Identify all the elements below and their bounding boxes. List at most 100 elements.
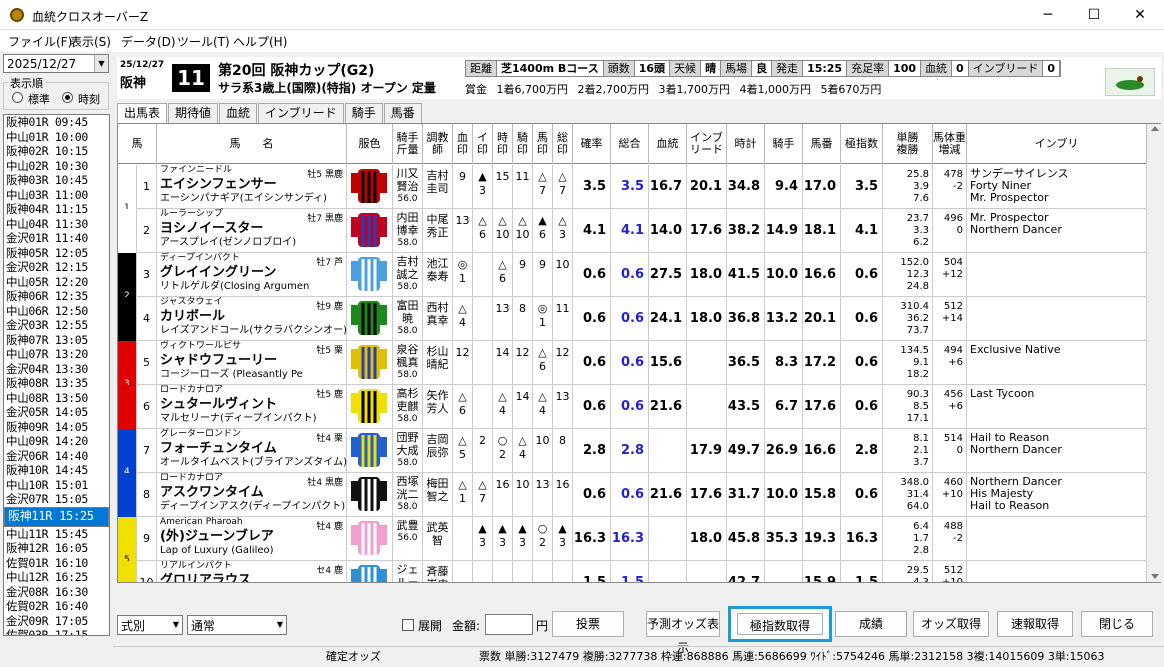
radio-time[interactable]: [62, 92, 73, 103]
race-list-item[interactable]: 阪神07R 13:05: [4, 333, 109, 348]
table-row[interactable]: 4 ジャスタウェイ 牡9 鹿カリボール レイズアンドコール(サクラバクシンオー) 富田暁…: [118, 297, 1147, 341]
race-list-item[interactable]: 金沢05R 14:05: [4, 405, 109, 420]
chevron-down-icon[interactable]: ▼: [94, 55, 108, 72]
race-list-item[interactable]: 金沢09R 17:05: [4, 614, 109, 629]
minimize-button[interactable]: ─: [1025, 0, 1071, 30]
horse-name-cell[interactable]: American Pharoah 牡4 鹿 (外)ジューンブレア Lap of Lux…: [157, 517, 347, 561]
menu-help[interactable]: ヘルプ(H): [233, 33, 287, 50]
tab-0[interactable]: 出馬表: [117, 103, 168, 124]
horse-name-cell[interactable]: ジャスタウェイ 牡9 鹿カリボール レイズアンドコール(サクラバクシンオー): [157, 297, 347, 341]
close-button[interactable]: ✕: [1117, 0, 1163, 30]
index-fetch-button[interactable]: 極指数取得: [728, 606, 832, 642]
race-list-item[interactable]: 中山06R 12:50: [4, 304, 109, 319]
tab-1[interactable]: 期待値: [168, 103, 219, 123]
menu-file[interactable]: ファイル(F): [8, 33, 72, 50]
odds-value: 8.5: [913, 401, 929, 412]
race-list-item[interactable]: 中山11R 15:45: [4, 527, 109, 542]
race-list-item[interactable]: 中山07R 13:20: [4, 347, 109, 362]
tab-4[interactable]: 騎手: [344, 103, 383, 123]
results-button[interactable]: 成績: [835, 611, 907, 637]
race-list-item[interactable]: 中山09R 14:20: [4, 434, 109, 449]
race-list-item[interactable]: 阪神11R 15:25: [4, 506, 109, 527]
table-row[interactable]: 2 3 ディープインパクト 牡7 芦グレイイングリーン リトルゲルダ(Closing A…: [118, 253, 1147, 301]
horse-name-cell[interactable]: ディープインパクト 牡7 芦グレイイングリーン リトルゲルダ(Closing Arg…: [157, 253, 347, 297]
race-list-item[interactable]: 阪神06R 12:35: [4, 289, 109, 304]
race-list-item[interactable]: 金沢07R 15:05: [4, 492, 109, 507]
mode-select[interactable]: 通常 ▼: [187, 615, 287, 635]
race-list-item[interactable]: 中山12R 16:25: [4, 570, 109, 585]
amount-input[interactable]: [485, 614, 533, 635]
race-list-item[interactable]: 中山02R 10:30: [4, 159, 109, 174]
vote-button[interactable]: 投票: [552, 611, 624, 637]
horse-name-cell[interactable]: ヴィクトワールピサ 牡5 栗シャドウフューリー コージーローズ (Pleasantl…: [157, 341, 347, 385]
race-list-item[interactable]: 阪神10R 14:45: [4, 463, 109, 478]
vertical-scrollbar[interactable]: [1147, 124, 1163, 582]
race-list[interactable]: 阪神01R 09:45 中山01R 10:00 阪神02R 10:15 中山02R 1…: [3, 114, 110, 636]
menu-view[interactable]: 表示(S): [70, 33, 111, 50]
table-row[interactable]: 10リアルインパクトセ4 鹿グロリアラウスジェルー斉藤崇史1.51.542.71…: [118, 561, 1147, 582]
odds-fetch-button[interactable]: オッズ取得: [913, 611, 989, 637]
trainer-name: 芳人: [426, 402, 449, 415]
menu-data[interactable]: データ(D): [121, 33, 176, 50]
weight-cell: 456 +6: [933, 385, 967, 429]
race-list-item[interactable]: 佐賀01R 16:10: [4, 556, 109, 571]
tab-3[interactable]: インブリード: [258, 103, 344, 123]
race-list-item[interactable]: 中山10R 15:01: [4, 478, 109, 493]
horse-name-cell[interactable]: ルーラーシップ 牡7 黒鹿 ヨシノイースター アースプレイ(ゼンノロブロイ): [157, 209, 347, 253]
table-row[interactable]: 1 1 ファインニードル 牡5 黒鹿 エイシンフェンサー エーシンパナギア(エイシンサンデ…: [118, 165, 1147, 213]
table-row[interactable]: 2 ルーラーシップ 牡7 黒鹿 ヨシノイースター アースプレイ(ゼンノロブロイ) 内田 博幸…: [118, 209, 1147, 253]
race-list-item[interactable]: 佐賀03R 17:15: [4, 628, 109, 635]
table-row[interactable]: 5 9 American Pharoah 牡4 鹿 (外)ジューンブレア Lap of L…: [118, 517, 1147, 565]
table-row[interactable]: 4 7 グレーターロンドン 牡4 栗フォーチュンタイム オールタイムベスト(ブライアンズ…: [118, 429, 1147, 477]
race-list-item[interactable]: 金沢08R 16:30: [4, 585, 109, 600]
table-row[interactable]: 3 5 ヴィクトワールピサ 牡5 栗シャドウフューリー コージーローズ (Pleasan…: [118, 341, 1147, 389]
yen-label: 円: [536, 619, 549, 633]
horse-name-cell[interactable]: リアルインパクト セ4 鹿グロリアラウス: [157, 561, 347, 582]
race-list-item[interactable]: 佐賀02R 16:40: [4, 599, 109, 614]
value-kakuritsu: 0.6: [573, 473, 611, 517]
race-list-item[interactable]: 阪神03R 10:45: [4, 173, 109, 188]
bet-type-value: 式別: [121, 619, 146, 633]
horse-name-cell[interactable]: ロードカナロア 牡4 黒鹿 アスクワンタイム ディープインアスク(ディープインパクト): [157, 473, 347, 517]
tab-2[interactable]: 血統: [219, 103, 258, 123]
tab-5[interactable]: 馬番: [383, 103, 422, 123]
race-list-item[interactable]: 中山01R 10:00: [4, 130, 109, 145]
radio-standard[interactable]: [12, 92, 23, 103]
race-list-item[interactable]: 阪神04R 11:15: [4, 202, 109, 217]
race-list-item[interactable]: 阪神12R 16:05: [4, 541, 109, 556]
odds-cell: 6.4 1.7 2.8: [883, 517, 933, 561]
value-tokei: 42.7: [727, 561, 765, 582]
menu-tools[interactable]: ツール(T): [177, 33, 230, 50]
race-list-item[interactable]: 中山08R 13:50: [4, 391, 109, 406]
table-row[interactable]: 6 ロードカナロア 牡5 鹿シュタールヴィント マルセリーナ(ディープインパクト) 高杉…: [118, 385, 1147, 429]
horse-name-cell[interactable]: ロードカナロア 牡5 鹿シュタールヴィント マルセリーナ(ディープインパクト): [157, 385, 347, 429]
race-list-item[interactable]: 中山03R 11:00: [4, 188, 109, 203]
horse-name-cell[interactable]: ファインニードル 牡5 黒鹿 エイシンフェンサー エーシンパナギア(エイシンサンディ): [157, 165, 347, 209]
race-list-item[interactable]: 阪神09R 14:05: [4, 420, 109, 435]
bet-type-select[interactable]: 式別 ▼: [117, 615, 183, 635]
race-list-item[interactable]: 中山04R 11:30: [4, 217, 109, 232]
scroll-down-icon[interactable]: [1151, 574, 1159, 579]
scroll-up-icon[interactable]: [1151, 126, 1159, 131]
race-list-item[interactable]: 阪神02R 10:15: [4, 144, 109, 159]
value-goku: 0.6: [841, 253, 883, 297]
race-list-item[interactable]: 金沢04R 13:30: [4, 362, 109, 377]
flash-fetch-button[interactable]: 速報取得: [997, 611, 1073, 637]
table-row[interactable]: 8 ロードカナロア 牡4 黒鹿 アスクワンタイム ディープインアスク(ディープインパクト…: [118, 473, 1147, 517]
race-list-item[interactable]: 阪神08R 13:35: [4, 376, 109, 391]
horse-name-cell[interactable]: グレーターロンドン 牡4 栗フォーチュンタイム オールタイムベスト(ブライアンズタイ…: [157, 429, 347, 473]
race-list-item[interactable]: 金沢03R 12:55: [4, 318, 109, 333]
maximize-button[interactable]: ☐: [1071, 0, 1117, 30]
mark-cell: [533, 561, 553, 582]
race-list-item[interactable]: 中山05R 12:20: [4, 275, 109, 290]
race-list-item[interactable]: 金沢01R 11:40: [4, 231, 109, 246]
race-list-item[interactable]: 金沢02R 12:15: [4, 260, 109, 275]
predict-odds-button[interactable]: 予測オッズ表示: [646, 611, 720, 655]
date-select[interactable]: 2025/12/27 ▼: [3, 54, 109, 73]
race-list-item[interactable]: 阪神05R 12:05: [4, 246, 109, 261]
jockey-weight: 58.0: [397, 282, 418, 292]
race-list-item[interactable]: 阪神01R 09:45: [4, 115, 109, 130]
race-list-item[interactable]: 金沢06R 14:40: [4, 449, 109, 464]
close-window-button[interactable]: 閉じる: [1081, 611, 1153, 637]
expand-checkbox[interactable]: [402, 619, 414, 631]
